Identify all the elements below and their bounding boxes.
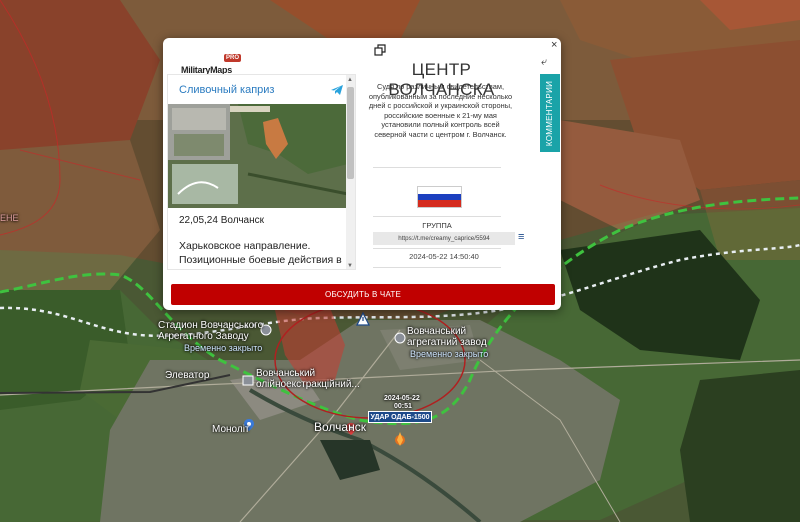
factory-pin-icon[interactable] [241,373,255,387]
menu-icon[interactable]: ≡ [518,232,524,243]
source-link[interactable]: https://t.me/creamy_caprice/5594 [373,232,515,245]
post-date: 22,05,24 Волчанск [179,215,264,226]
strike-date: 2024-05-22 [384,395,420,402]
edge-label: ЕНЕ [0,213,19,223]
group-label: ГРУППА [422,221,452,230]
plant-label: Вовчанський агрегатний завод [407,326,487,348]
logo-badge: PRO [223,54,241,62]
strike-badge[interactable]: УДАР ОДАБ-1500 [368,411,432,423]
post-scrollbar[interactable]: ▲ ▼ [346,75,355,269]
stadium-status: Временно закрыто [184,343,263,353]
popup-description: Судя по различным свидетельствам, опубли… [368,82,513,139]
telegram-icon[interactable] [330,83,344,97]
scroll-down-icon[interactable]: ▼ [347,263,353,269]
divider [373,216,501,217]
telegram-post[interactable]: Сливочный каприз 22,05,24 Волчанск Харьк… [167,74,356,270]
divider [373,248,501,249]
plant-status: Временно закрыто [410,349,489,359]
flag-stripe-blue [418,193,461,201]
expand-icon[interactable] [374,44,386,56]
post-image[interactable] [168,104,348,208]
russia-flag-icon [417,186,462,208]
telegram-header: Сливочный каприз [168,75,346,104]
oil-plant-label: Вовчанський олійноекстракційний... [256,368,360,390]
logo: PRO MilitaryMaps [179,52,245,76]
strike-time: 00:51 [394,403,412,410]
scroll-up-icon[interactable]: ▲ [347,77,353,83]
warning-triangle-icon[interactable] [356,312,370,326]
post-text: Харьковское направление. Позиционные бое… [179,240,342,269]
divider [373,167,501,168]
flag-stripe-red [418,200,461,207]
elevator-label: Элеватор [165,370,210,381]
close-icon[interactable]: × [551,40,795,51]
plant-pin-icon[interactable] [393,331,407,345]
stadium-label: Стадион Вовчанського Агрегатного Заводу [158,320,264,342]
comments-tab-label: КОММЕНТАРИИ [545,80,555,146]
flag-stripe-white [418,187,461,194]
comments-tab[interactable]: КОММЕНТАРИИ [540,74,560,152]
timestamp: 2024-05-22 14:50:40 [409,252,479,261]
discuss-in-chat-button[interactable]: ОБСУДИТЬ В ЧАТЕ [171,284,555,305]
divider [373,267,501,268]
monolit-label: Моноліт [212,424,250,435]
telegram-channel-name[interactable]: Сливочный каприз [179,84,274,96]
back-icon[interactable]: ⤶ [541,56,547,69]
city-label: Волчанск [314,420,366,434]
scrollbar-thumb[interactable] [347,87,354,179]
